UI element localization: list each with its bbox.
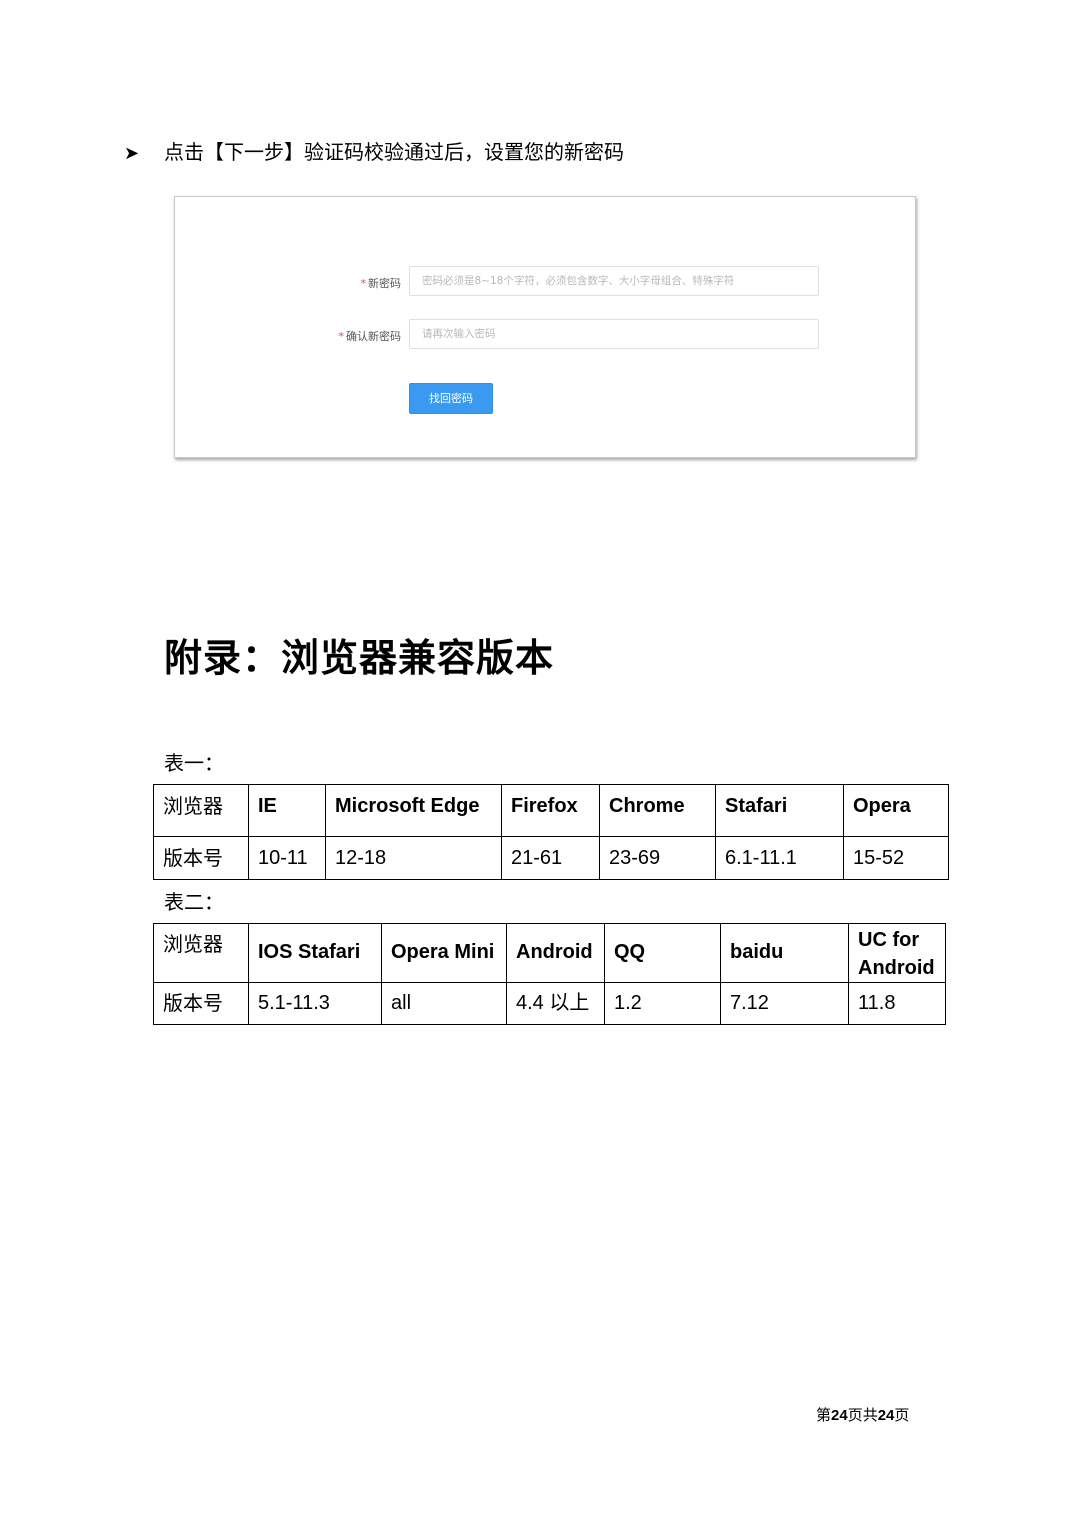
confirm-password-label: * 确认新密码 bbox=[338, 330, 402, 343]
table-cell: 1.2 bbox=[604, 982, 721, 1025]
table-cell: 5.1-11.3 bbox=[248, 982, 382, 1025]
instruction-line: ➤ 点击【下一步】验证码校验通过后，设置您的新密码 bbox=[124, 136, 624, 170]
table-cell: Stafari bbox=[715, 784, 844, 837]
table-cell: Firefox bbox=[501, 784, 600, 837]
instruction-text: 点击【下一步】验证码校验通过后，设置您的新密码 bbox=[164, 140, 624, 164]
table-cell: all bbox=[381, 982, 507, 1025]
table-cell: 23-69 bbox=[599, 836, 716, 880]
table-row: 版本号 10-11 12-18 21-61 23-69 6.1-11.1 15-… bbox=[153, 836, 949, 880]
table-cell: 11.8 bbox=[848, 982, 946, 1025]
appendix-title: 附录：浏览器兼容版本 bbox=[164, 636, 555, 680]
confirm-password-input[interactable] bbox=[409, 319, 819, 349]
bullet-arrow-icon: ➤ bbox=[124, 143, 140, 164]
table-cell: 浏览器 bbox=[153, 923, 249, 983]
table-cell: IOS Stafari bbox=[248, 923, 382, 983]
retrieve-password-button[interactable]: 找回密码 bbox=[409, 383, 493, 414]
table-cell: Chrome bbox=[599, 784, 716, 837]
table-row: 版本号 5.1-11.3 all 4.4 以上 1.2 7.12 11.8 bbox=[153, 982, 946, 1025]
table-cell: QQ bbox=[604, 923, 721, 983]
table-cell: Opera Mini bbox=[381, 923, 507, 983]
table-cell: 6.1-11.1 bbox=[715, 836, 844, 880]
new-password-label: * 新密码 bbox=[360, 277, 402, 290]
table-cell: 10-11 bbox=[248, 836, 326, 880]
table-cell: 版本号 bbox=[153, 836, 249, 880]
required-mark: * bbox=[360, 277, 367, 290]
table-cell: 12-18 bbox=[325, 836, 502, 880]
total-pages: 24 bbox=[877, 1407, 895, 1424]
table-cell: Opera bbox=[843, 784, 949, 837]
table-cell: 4.4 以上 bbox=[506, 982, 605, 1025]
table-cell: 7.12 bbox=[720, 982, 849, 1025]
table-row: 浏览器 IE Microsoft Edge Firefox Chrome Sta… bbox=[153, 784, 949, 837]
table-cell: 浏览器 bbox=[153, 784, 249, 837]
current-page: 24 bbox=[831, 1407, 848, 1424]
table-row: 浏览器 IOS Stafari Opera Mini Android QQ ba… bbox=[153, 923, 946, 983]
table-cell: 21-61 bbox=[501, 836, 600, 880]
table-cell: IE bbox=[248, 784, 326, 837]
table2-caption: 表二： bbox=[164, 890, 224, 914]
required-mark: * bbox=[338, 330, 345, 343]
table-cell: 版本号 bbox=[153, 982, 249, 1025]
table-cell: 15-52 bbox=[843, 836, 949, 880]
browser-table-2: 浏览器 IOS Stafari Opera Mini Android QQ ba… bbox=[153, 923, 946, 1025]
table-cell: Android bbox=[506, 923, 605, 983]
table-cell: Microsoft Edge bbox=[325, 784, 502, 837]
browser-table-1: 浏览器 IE Microsoft Edge Firefox Chrome Sta… bbox=[153, 784, 949, 880]
table-cell: baidu bbox=[720, 923, 849, 983]
new-password-input[interactable] bbox=[409, 266, 819, 296]
page-number: 第24页共24页 bbox=[816, 1406, 910, 1424]
table-cell: UC for Android bbox=[848, 923, 946, 983]
table1-caption: 表一： bbox=[164, 751, 224, 775]
reset-password-screenshot: *新密码 *确认新密码 找回密码 bbox=[174, 196, 916, 458]
